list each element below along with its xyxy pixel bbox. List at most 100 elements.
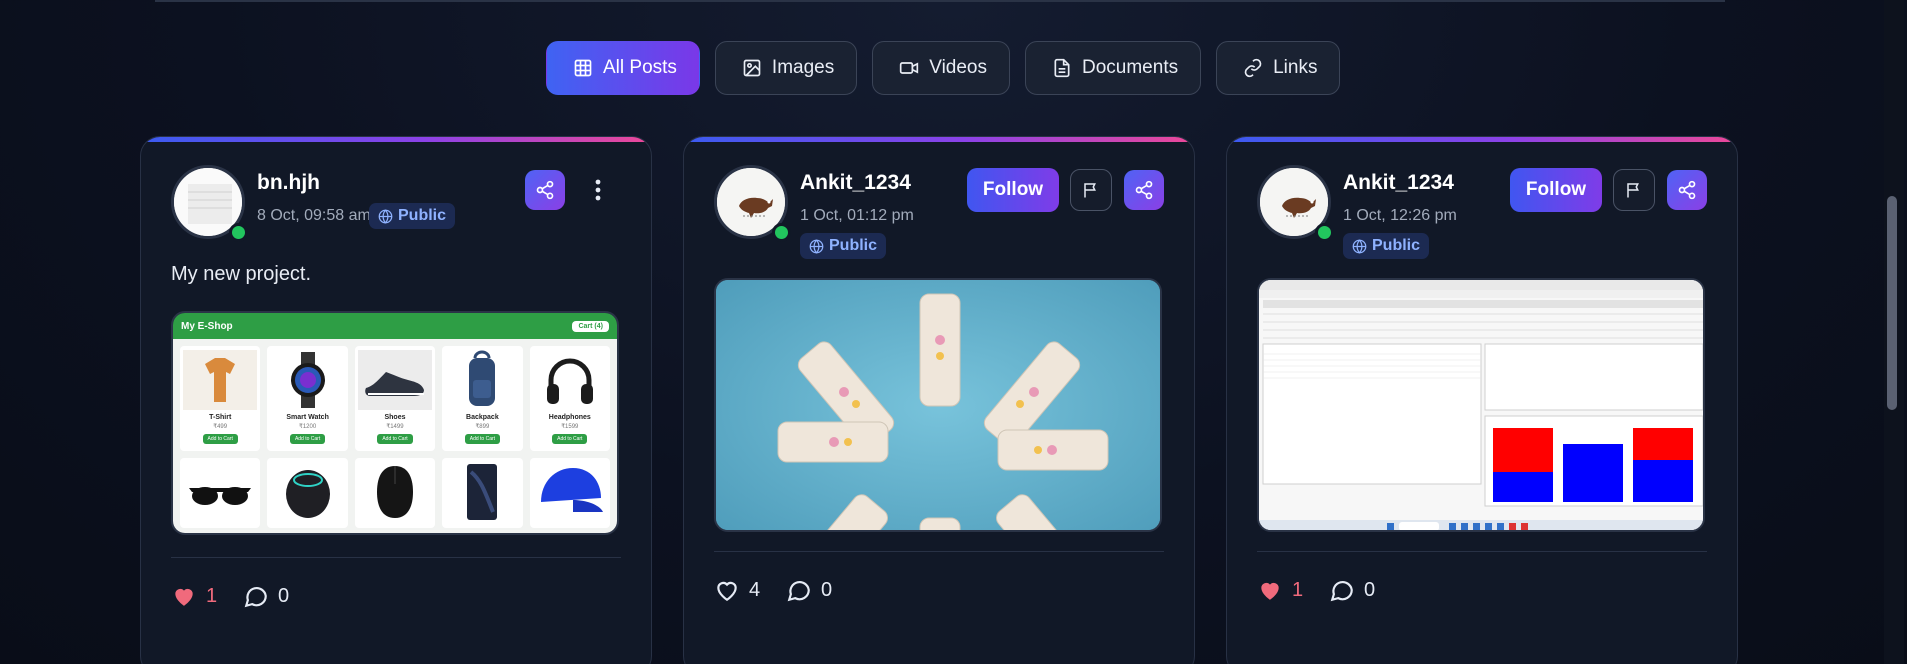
like-button[interactable]: 1 [171,583,217,609]
product-name: Shoes [384,414,406,421]
comment-button[interactable]: 0 [1329,577,1375,603]
mouse-image [357,461,432,522]
more-options-button[interactable] [583,170,613,210]
share-icon [536,180,554,200]
comment-count: 0 [1364,578,1376,601]
share-button[interactable] [1667,170,1707,210]
product-tile: Smart Watch ₹1200 Add to Cart [267,346,348,451]
shop-header: My E-Shop Cart (4) [173,313,617,339]
follow-button[interactable]: Follow [1510,168,1602,212]
share-button[interactable] [525,170,565,210]
comment-button[interactable]: 0 [786,577,832,603]
backpack-image [445,350,520,410]
add-to-cart-button: Add to Cart [289,434,326,444]
video-icon [900,62,919,74]
comment-icon [787,581,810,602]
product-tile: Backpack ₹899 Add to Cart [442,346,523,451]
link-icon [1244,58,1262,78]
product-tile [267,457,348,528]
shop-title: My E-Shop [181,320,233,332]
globe-icon [809,238,824,254]
share-icon [1135,180,1153,200]
post-image[interactable] [1257,278,1705,532]
product-price: ₹899 [475,424,490,430]
visibility-badge: Public [369,203,456,229]
author-name[interactable]: Ankit_1234 [1343,171,1454,195]
document-icon [1054,58,1070,78]
shop-cart: Cart (4) [572,320,609,332]
post-card: Ankit_1234 1 Oct, 12:26 pm Public Follow [1226,136,1738,664]
card-divider [1257,551,1707,552]
post-date: 1 Oct, 12:26 pm [1343,207,1457,224]
flag-icon [1084,183,1096,198]
visibility-badge: Public [800,233,887,259]
post-filter-tabs: All Posts Images Videos Documents Links [546,41,1341,95]
visibility-label: Public [829,237,878,254]
product-price: ₹1499 [386,424,404,430]
add-to-cart-button: Add to Cart [464,434,501,444]
product-tile [180,457,261,528]
like-count: 1 [206,584,218,607]
desktop-app-screenshot [1259,280,1703,530]
post-date: 8 Oct, 09:58 am [257,207,371,224]
heart-filled-icon [175,588,193,606]
author-name[interactable]: bn.hjh [257,171,320,195]
comment-button[interactable]: 0 [243,583,289,609]
card-divider [171,557,621,558]
phone-image [445,461,520,522]
cans-photo [716,280,1160,530]
comment-icon [244,587,267,608]
cap-image [532,461,607,522]
product-tile [354,457,436,528]
add-to-cart-button: Add to Cart [202,434,238,444]
follow-button[interactable]: Follow [967,168,1059,212]
globe-icon [378,208,393,224]
post-image[interactable] [714,278,1162,532]
online-indicator [229,223,248,242]
speaker-image [270,461,345,522]
product-tile [529,457,610,528]
tshirt-image [183,350,258,410]
report-button[interactable] [1613,169,1655,211]
card-divider [714,551,1164,552]
tab-label: All Posts [603,57,677,78]
post-card: Ankit_1234 1 Oct, 01:12 pm Public Follow [683,136,1195,664]
card-accent-bar [141,137,651,142]
tab-all-posts[interactable]: All Posts [546,41,700,95]
like-button[interactable]: 1 [1257,577,1303,603]
author-name[interactable]: Ankit_1234 [800,171,911,195]
sunglasses-image [183,461,258,522]
card-accent-bar [684,137,1194,142]
tab-documents[interactable]: Documents [1025,41,1202,95]
tab-videos[interactable]: Videos [872,41,1010,95]
visibility-label: Public [1372,237,1421,254]
image-icon [743,59,761,77]
product-name: T-Shirt [209,414,232,421]
shoes-image [357,350,432,410]
heart-outline-icon [717,581,737,602]
post-caption: My new project. [171,263,312,285]
visibility-label: Public [398,207,447,224]
more-vertical-icon [595,179,601,201]
tab-label: Links [1273,57,1318,78]
like-button[interactable]: 4 [714,577,760,603]
add-to-cart-button: Add to Cart [377,434,413,444]
tab-label: Documents [1082,57,1179,78]
comment-count: 0 [278,584,290,607]
scrollbar-thumb[interactable] [1887,196,1897,410]
tab-images[interactable]: Images [714,41,858,95]
post-image[interactable]: My E-Shop Cart (4) T-Shirt ₹499 Add to C… [171,311,619,535]
product-name: Backpack [466,414,499,421]
share-button[interactable] [1124,170,1164,210]
report-button[interactable] [1070,169,1112,211]
comment-count: 0 [821,578,833,601]
heart-filled-icon [1261,582,1279,600]
like-count: 4 [749,578,761,601]
post-date: 1 Oct, 01:12 pm [800,207,914,224]
product-tile: T-Shirt ₹499 Add to Cart [180,346,261,451]
tab-links[interactable]: Links [1216,41,1341,95]
card-accent-bar [1227,137,1737,142]
shop-product-grid: T-Shirt ₹499 Add to Cart Smart Watch ₹12… [173,339,617,533]
product-name: Headphones [548,414,591,421]
add-to-cart-button: Add to Cart [552,434,588,444]
